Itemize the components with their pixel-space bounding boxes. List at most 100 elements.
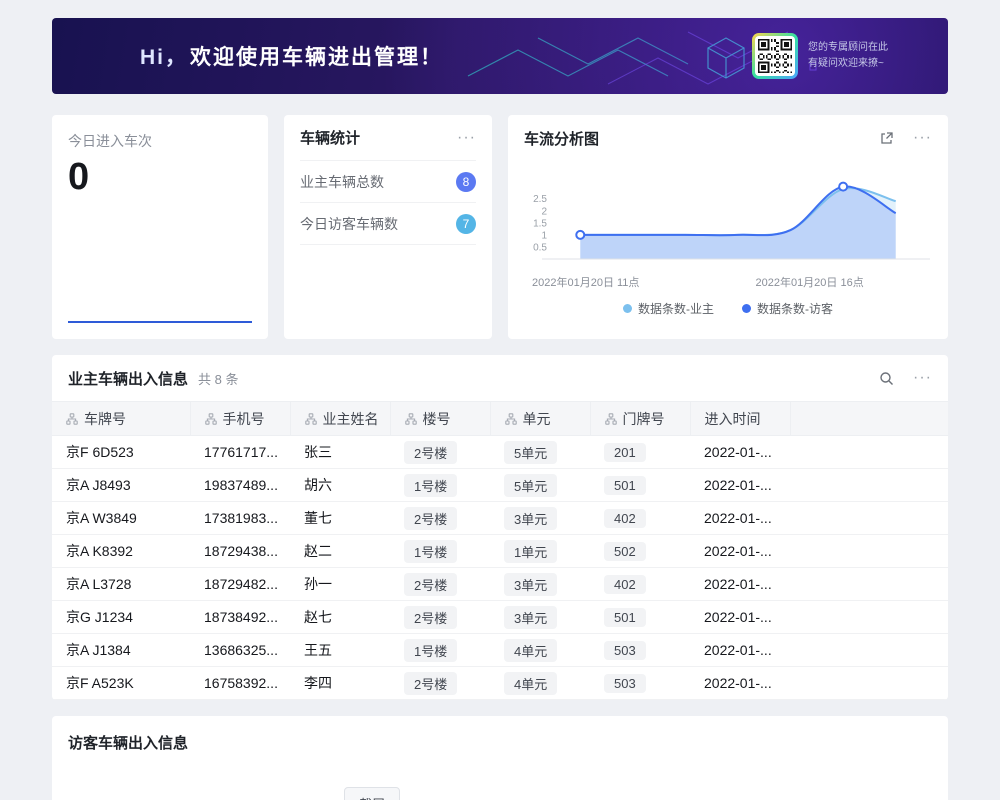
- screenshot-button[interactable]: 截屏: [344, 787, 400, 800]
- qr-caption: 您的专属顾问在此 有疑问欢迎来撩~: [808, 40, 888, 72]
- stat-label: 今日访客车辆数: [300, 214, 398, 234]
- legend-item[interactable]: 数据条数-访客: [742, 300, 833, 317]
- table-cell: 4单元: [490, 634, 590, 667]
- svg-text:1.5: 1.5: [533, 218, 547, 229]
- table-cell: 2号楼: [390, 502, 490, 535]
- table-cell: 503: [590, 667, 690, 700]
- visitor-table-title: 访客车辆出入信息: [68, 732, 932, 753]
- tag-pill: 4单元: [504, 639, 557, 662]
- table-cell: 502: [590, 535, 690, 568]
- today-entries-card: 今日进入车次 0: [52, 115, 268, 339]
- table-cell-filler: [790, 535, 948, 568]
- table-cell: 京A L3728: [52, 568, 190, 601]
- table-cell: 201: [590, 436, 690, 469]
- table-row: 京A K839218729438...赵二1号楼1单元5022022-01-..…: [52, 535, 948, 568]
- column-header-label: 单元: [523, 411, 551, 427]
- table-cell: 2022-01-...: [690, 601, 790, 634]
- table-cell: 4单元: [490, 667, 590, 700]
- tag-pill: 5单元: [504, 441, 557, 464]
- table-cell-filler: [790, 667, 948, 700]
- table-cell-filler: [790, 502, 948, 535]
- tag-pill: 1号楼: [404, 639, 457, 662]
- table-cell: 2号楼: [390, 436, 490, 469]
- legend-dot: [742, 304, 751, 313]
- tag-pill: 2号楼: [404, 672, 457, 695]
- tag-pill: 3单元: [504, 573, 557, 596]
- search-icon[interactable]: [877, 369, 895, 387]
- tag-pill: 503: [604, 674, 646, 693]
- owner-table-title-row: 业主车辆出入信息 共 8 条 ···: [52, 355, 948, 401]
- chart-header-icons: ···: [877, 129, 932, 147]
- table-cell-filler: [790, 436, 948, 469]
- tag-pill: 501: [604, 608, 646, 627]
- chart-area: 0.511.522.5 2022年01月20日 11点 2022年01月20日 …: [524, 167, 932, 317]
- legend-item[interactable]: 数据条数-业主: [623, 300, 714, 317]
- tag-pill: 501: [604, 476, 646, 495]
- qr-caption-line2: 有疑问欢迎来撩~: [808, 56, 888, 72]
- table-cell: 赵七: [290, 601, 390, 634]
- line-chart: 0.511.522.5: [524, 167, 932, 267]
- more-icon[interactable]: ···: [913, 130, 932, 146]
- apartment-icon: [205, 412, 217, 428]
- table-cell: 501: [590, 601, 690, 634]
- table-cell-filler: [790, 634, 948, 667]
- table-cell: 赵二: [290, 535, 390, 568]
- table-cell: 18729438...: [190, 535, 290, 568]
- owner-total-badge: 8: [456, 172, 476, 192]
- table-cell-filler: [790, 601, 948, 634]
- tag-pill: 201: [604, 443, 646, 462]
- today-entries-value: 0: [68, 157, 252, 199]
- table-cell: 17381983...: [190, 502, 290, 535]
- table-cell: 5单元: [490, 469, 590, 502]
- apartment-icon: [405, 412, 417, 428]
- legend-label: 数据条数-业主: [638, 300, 714, 317]
- owner-table-card: 业主车辆出入信息 共 8 条 ··· 车牌号手机号业主姓名楼号单元: [52, 355, 948, 700]
- table-cell: 2022-01-...: [690, 667, 790, 700]
- qr-code: [752, 33, 798, 79]
- tag-pill: 3单元: [504, 507, 557, 530]
- table-cell: 2022-01-...: [690, 436, 790, 469]
- traffic-chart-title: 车流分析图: [524, 128, 599, 149]
- table-cell: 16758392...: [190, 667, 290, 700]
- export-icon[interactable]: [877, 129, 895, 147]
- stat-label: 业主车辆总数: [300, 172, 384, 192]
- owner-table-icons: ···: [877, 369, 932, 387]
- table-cell: 2号楼: [390, 601, 490, 634]
- table-row: 京A W384917381983...董七2号楼3单元4022022-01-..…: [52, 502, 948, 535]
- today-entries-label: 今日进入车次: [68, 131, 252, 151]
- owner-table-count: 共 8 条: [198, 369, 238, 388]
- chart-legend: 数据条数-业主 数据条数-访客: [524, 300, 932, 317]
- table-cell: 3单元: [490, 601, 590, 634]
- qr-caption-line1: 您的专属顾问在此: [808, 40, 888, 56]
- x-axis-label: 2022年01月20日 11点: [532, 274, 639, 290]
- column-header-filler: [790, 402, 948, 436]
- column-header: 进入时间: [690, 402, 790, 436]
- table-cell: 李四: [290, 667, 390, 700]
- tag-pill: 402: [604, 509, 646, 528]
- table-row: 京A L372818729482...孙一2号楼3单元4022022-01-..…: [52, 568, 948, 601]
- table-row: 京A J138413686325...王五1号楼4单元5032022-01-..…: [52, 634, 948, 667]
- welcome-banner: Hi，欢迎使用车辆进出管理！ 您的专属顾问在此 有疑问欢迎来撩~: [52, 18, 948, 94]
- table-cell-filler: [790, 469, 948, 502]
- column-header-label: 楼号: [423, 411, 451, 427]
- tag-pill: 502: [604, 542, 646, 561]
- table-cell: 2号楼: [390, 667, 490, 700]
- more-icon[interactable]: ···: [913, 370, 932, 386]
- page: Hi，欢迎使用车辆进出管理！ 您的专属顾问在此 有疑问欢迎来撩~ 今日进入车次 …: [0, 0, 1000, 800]
- table-cell: 董七: [290, 502, 390, 535]
- tag-pill: 5单元: [504, 474, 557, 497]
- stat-row-owner-total: 业主车辆总数 8: [300, 161, 476, 203]
- legend-label: 数据条数-访客: [757, 300, 833, 317]
- table-cell: 2号楼: [390, 568, 490, 601]
- table-cell: 18738492...: [190, 601, 290, 634]
- more-icon[interactable]: ···: [457, 130, 476, 146]
- table-cell: 3单元: [490, 502, 590, 535]
- column-header-label: 进入时间: [705, 411, 761, 427]
- table-cell: 胡六: [290, 469, 390, 502]
- table-cell: 18729482...: [190, 568, 290, 601]
- table-cell: 1号楼: [390, 634, 490, 667]
- accent-underline: [68, 321, 252, 323]
- tag-pill: 1号楼: [404, 540, 457, 563]
- table-row: 京F A523K16758392...李四2号楼4单元5032022-01-..…: [52, 667, 948, 700]
- table-cell: 张三: [290, 436, 390, 469]
